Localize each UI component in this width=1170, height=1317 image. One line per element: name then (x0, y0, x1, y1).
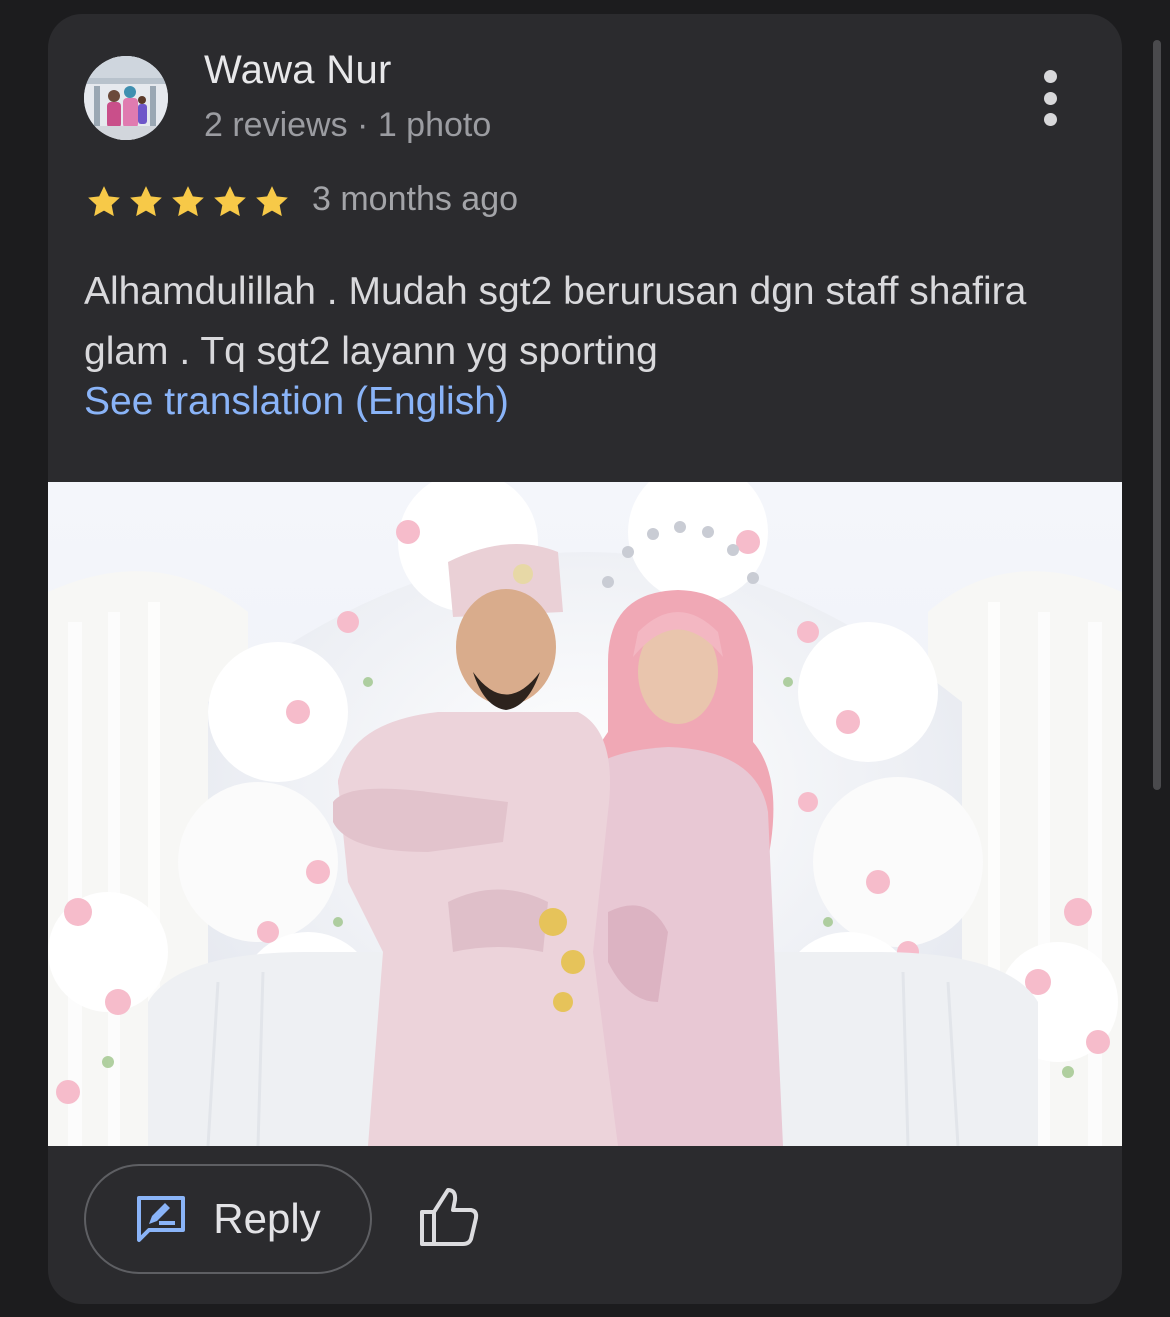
see-translation-link[interactable]: See translation (English) (84, 380, 509, 424)
thumb-up-icon (420, 1188, 479, 1246)
star-icon (130, 186, 162, 217)
star-rating (84, 182, 292, 222)
star-icon (172, 186, 204, 217)
reply-label: Reply (213, 1195, 321, 1242)
reply-button[interactable]: Reply (84, 1164, 372, 1274)
more-vert-icon-dot (1043, 91, 1057, 105)
scrollbar[interactable] (1153, 40, 1161, 790)
review-photo[interactable] (48, 482, 1122, 1146)
author-meta: 2 reviews · 1 photo (204, 106, 492, 144)
more-vert-icon-dot (1043, 70, 1057, 83)
more-options-button[interactable] (1030, 70, 1070, 126)
more-vert-icon-dot (1043, 113, 1057, 126)
author-avatar[interactable] (84, 56, 168, 140)
star-icon (256, 186, 288, 217)
reply-icon (137, 1196, 186, 1242)
wedding-photo-illustration (48, 482, 1122, 1146)
star-icon (88, 186, 120, 217)
star-icon (214, 186, 246, 217)
review-card: Wawa Nur 2 reviews · 1 photo 3 months ag… (48, 14, 1122, 1304)
like-button[interactable] (416, 1184, 482, 1250)
avatar-photo (84, 56, 168, 140)
review-time: 3 months ago (312, 180, 519, 218)
author-name[interactable]: Wawa Nur (204, 48, 392, 93)
review-text: Alhamdulillah . Mudah sgt2 berurusan dgn… (84, 270, 1027, 373)
